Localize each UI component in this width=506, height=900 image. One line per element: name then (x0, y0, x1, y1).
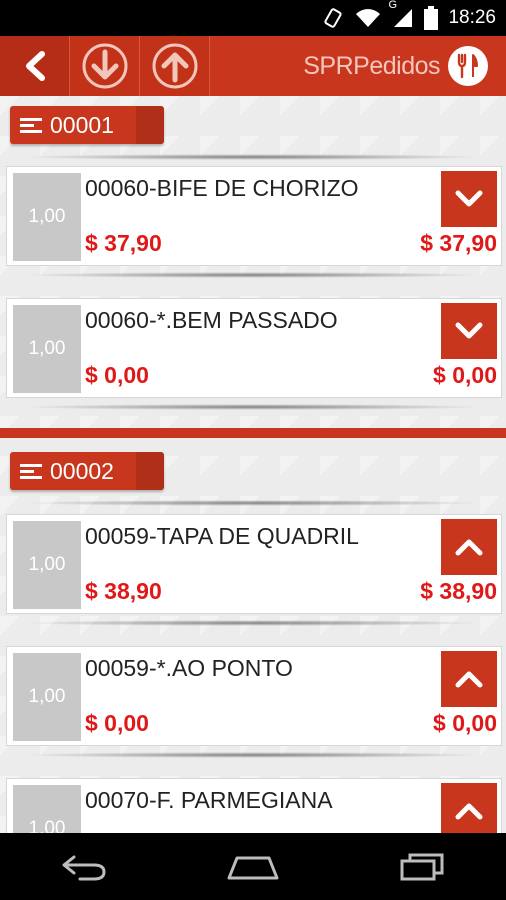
separator-shadow (22, 404, 484, 410)
quantity-box: 1,00 (13, 785, 81, 833)
item-name: 00059-*.AO PONTO (85, 655, 293, 681)
item-total: $ 38,90 (420, 578, 497, 604)
back-nav-button[interactable] (44, 842, 124, 892)
battery-icon (424, 6, 439, 30)
status-bar: G 18:26 (0, 0, 506, 36)
home-icon (227, 856, 279, 879)
list-item[interactable]: 1,00 00060-BIFE DE CHORIZO $ 37,90 $ 37,… (6, 166, 502, 266)
quantity-box: 1,00 (13, 305, 81, 393)
recents-nav-button[interactable] (382, 842, 462, 892)
arrow-up-circle-icon (152, 43, 197, 89)
list-item[interactable]: 1,00 00060-*.BEM PASSADO $ 0,00 $ 0,00 (6, 298, 502, 398)
order-list[interactable]: 00001 1,00 00060-BIFE DE CHORIZO $ 37,90… (0, 96, 506, 833)
item-total: $ 0,00 (433, 362, 497, 388)
quantity-box: 1,00 (13, 173, 81, 261)
separator-shadow (22, 500, 484, 506)
group-number: 00001 (50, 111, 114, 138)
item-total: $ 37,90 (420, 230, 497, 256)
group-header-00001[interactable]: 00001 (10, 106, 164, 144)
list-item[interactable]: 1,00 00059-TAPA DE QUADRIL $ 38,90 $ 38,… (6, 514, 502, 614)
network-type-label: G (388, 0, 398, 11)
arrow-down-circle-icon (82, 43, 127, 89)
back-button[interactable] (0, 36, 70, 96)
item-price: $ 0,00 (85, 710, 149, 736)
expand-button[interactable] (441, 171, 497, 227)
collapse-button[interactable] (441, 783, 497, 833)
list-item[interactable]: 1,00 00059-*.AO PONTO $ 0,00 $ 0,00 (6, 646, 502, 746)
system-nav-bar (0, 833, 506, 900)
brand-name: SPRPedidos (303, 51, 440, 80)
quantity-box: 1,00 (13, 521, 81, 609)
separator-shadow (22, 752, 484, 758)
item-name: 00060-*.BEM PASSADO (85, 307, 338, 333)
list-icon (20, 115, 42, 136)
chevron-up-icon (455, 803, 483, 820)
clock: 18:26 (448, 7, 496, 28)
item-total: $ 0,00 (433, 710, 497, 736)
item-name: 00070-F. PARMEGIANA (85, 787, 333, 813)
item-name: 00060-BIFE DE CHORIZO (85, 175, 359, 201)
collapse-button[interactable] (441, 651, 497, 707)
list-item[interactable]: 1,00 00070-F. PARMEGIANA (6, 778, 502, 833)
rotation-icon (324, 8, 343, 28)
fork-knife-icon (448, 46, 488, 86)
chevron-down-icon (455, 190, 483, 207)
item-price: $ 0,00 (85, 362, 149, 388)
brand: SPRPedidos (303, 36, 506, 96)
item-price: $ 37,90 (85, 230, 162, 256)
list-icon (20, 461, 42, 482)
separator-shadow (22, 620, 484, 626)
back-arrow-icon (25, 51, 45, 81)
expand-all-button[interactable] (140, 36, 210, 96)
item-name: 00059-TAPA DE QUADRIL (85, 523, 359, 549)
chevron-up-icon (455, 539, 483, 556)
separator-shadow (22, 272, 484, 278)
collapse-all-button[interactable] (70, 36, 140, 96)
expand-button[interactable] (441, 303, 497, 359)
item-price: $ 38,90 (85, 578, 162, 604)
recents-icon (400, 853, 444, 880)
collapse-button[interactable] (441, 519, 497, 575)
nav-back-icon (62, 855, 106, 880)
home-nav-button[interactable] (213, 842, 293, 892)
group-header-00002[interactable]: 00002 (10, 452, 164, 490)
app-bar-spacer (210, 36, 303, 96)
separator-shadow (22, 154, 484, 160)
chevron-down-icon (455, 322, 483, 339)
group-divider (0, 428, 506, 438)
app-bar: SPRPedidos (0, 36, 506, 96)
chevron-up-icon (455, 671, 483, 688)
cell-signal: G (388, 0, 414, 29)
quantity-box: 1,00 (13, 653, 81, 741)
group-number: 00002 (50, 457, 114, 484)
wifi-icon (356, 9, 381, 27)
